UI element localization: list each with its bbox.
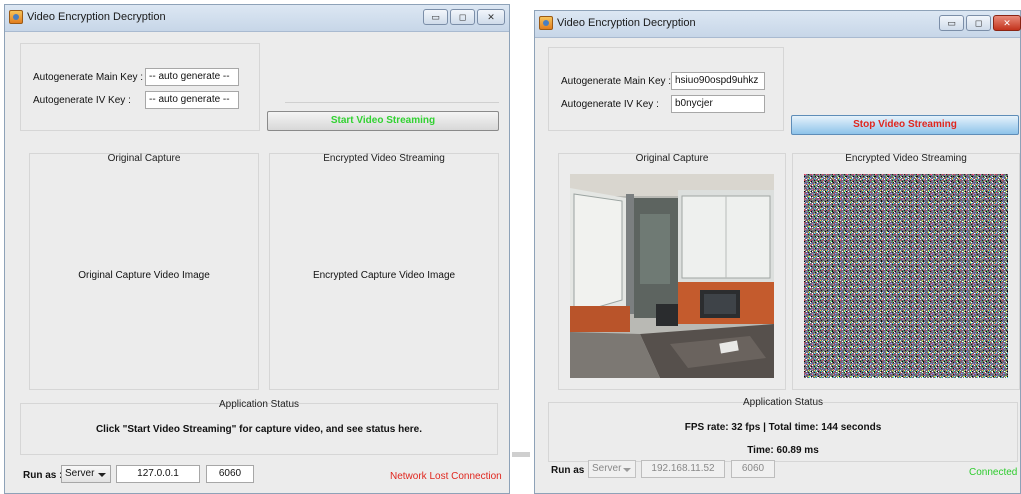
port-field[interactable]: 6060 — [731, 460, 775, 478]
maximize-icon[interactable]: ◻ — [966, 15, 991, 31]
title-bar[interactable]: Video Encryption Decryption ▭ ◻ ✕ — [535, 11, 1021, 38]
status-title: Application Status — [742, 397, 824, 408]
run-as-label: Run as : — [551, 465, 591, 476]
original-capture-panel: Original Capture Original Capture Video … — [29, 153, 259, 390]
original-capture-title: Original Capture — [635, 153, 709, 164]
network-status: Connected — [969, 467, 1018, 478]
window-controls: ▭ ◻ ✕ — [939, 15, 1021, 32]
run-as-select[interactable]: Server — [61, 465, 111, 483]
status-time-line: Time: 60.89 ms — [747, 445, 819, 456]
original-capture-image — [570, 174, 774, 378]
ip-address-field[interactable]: 192.168.11.52 — [641, 460, 725, 478]
encrypted-noise-image — [804, 174, 1008, 378]
window-right: Video Encryption Decryption ▭ ◻ ✕ Autoge… — [534, 10, 1021, 494]
title-bar[interactable]: Video Encryption Decryption ▭ ◻ ✕ — [5, 5, 509, 32]
office-photo — [570, 174, 774, 378]
minimize-icon[interactable]: ▭ — [423, 9, 448, 25]
main-key-field[interactable]: -- auto generate -- — [145, 68, 239, 86]
start-streaming-button[interactable]: Start Video Streaming — [267, 111, 499, 131]
application-status-panel: Application Status Click "Start Video St… — [20, 399, 498, 455]
iv-key-label: Autogenerate IV Key : — [561, 99, 659, 110]
window-title: Video Encryption Decryption — [27, 11, 166, 23]
main-key-label: Autogenerate Main Key : — [561, 76, 672, 87]
close-icon[interactable]: ✕ — [477, 9, 505, 25]
encrypted-capture-placeholder: Encrypted Capture Video Image — [312, 270, 456, 281]
chevron-down-icon — [623, 468, 631, 472]
encrypted-stream-title: Encrypted Video Streaming — [323, 153, 445, 164]
original-capture-panel: Original Capture — [558, 153, 786, 390]
keys-panel: Autogenerate Main Key : hsiuo90ospd9uhkz… — [548, 47, 784, 131]
status-title: Application Status — [218, 399, 300, 410]
encrypted-stream-title: Encrypted Video Streaming — [845, 153, 967, 164]
window-left: Video Encryption Decryption ▭ ◻ ✕ Autoge… — [4, 4, 510, 494]
encrypted-stream-panel: Encrypted Video Streaming Encrypted Capt… — [269, 153, 499, 390]
close-icon[interactable]: ✕ — [993, 15, 1021, 31]
run-as-value: Server — [65, 468, 95, 479]
divider-line — [285, 102, 499, 103]
encrypted-stream-panel: Encrypted Video Streaming — [792, 153, 1020, 390]
status-fps-line: FPS rate: 32 fps | Total time: 144 secon… — [684, 422, 882, 433]
original-capture-title: Original Capture — [107, 153, 181, 164]
port-field[interactable]: 6060 — [206, 465, 254, 483]
java-app-icon — [539, 16, 553, 30]
network-status: Network Lost Connection — [390, 471, 502, 482]
maximize-icon[interactable]: ◻ — [450, 9, 475, 25]
status-message: Click "Start Video Streaming" for captur… — [95, 424, 423, 435]
run-as-label: Run as : — [23, 470, 63, 481]
original-capture-placeholder: Original Capture Video Image — [78, 270, 210, 281]
noise-pattern — [804, 174, 1008, 378]
gap-marker — [512, 452, 530, 457]
stop-streaming-button[interactable]: Stop Video Streaming — [791, 115, 1019, 135]
iv-key-label: Autogenerate IV Key : — [33, 95, 131, 106]
minimize-icon[interactable]: ▭ — [939, 15, 964, 31]
main-key-field[interactable]: hsiuo90ospd9uhkz — [671, 72, 765, 90]
java-app-icon — [9, 10, 23, 24]
window-controls: ▭ ◻ ✕ — [423, 9, 505, 26]
keys-panel: Autogenerate Main Key : -- auto generate… — [20, 43, 260, 131]
window-title: Video Encryption Decryption — [557, 17, 696, 29]
iv-key-field[interactable]: -- auto generate -- — [145, 91, 239, 109]
run-as-select[interactable]: Server — [588, 460, 636, 478]
main-key-label: Autogenerate Main Key : — [33, 72, 144, 83]
chevron-down-icon — [98, 473, 106, 477]
application-status-panel: Application Status FPS rate: 32 fps | To… — [548, 397, 1018, 462]
run-as-value: Server — [592, 463, 622, 474]
ip-address-field[interactable]: 127.0.0.1 — [116, 465, 200, 483]
iv-key-field[interactable]: b0nycjer — [671, 95, 765, 113]
